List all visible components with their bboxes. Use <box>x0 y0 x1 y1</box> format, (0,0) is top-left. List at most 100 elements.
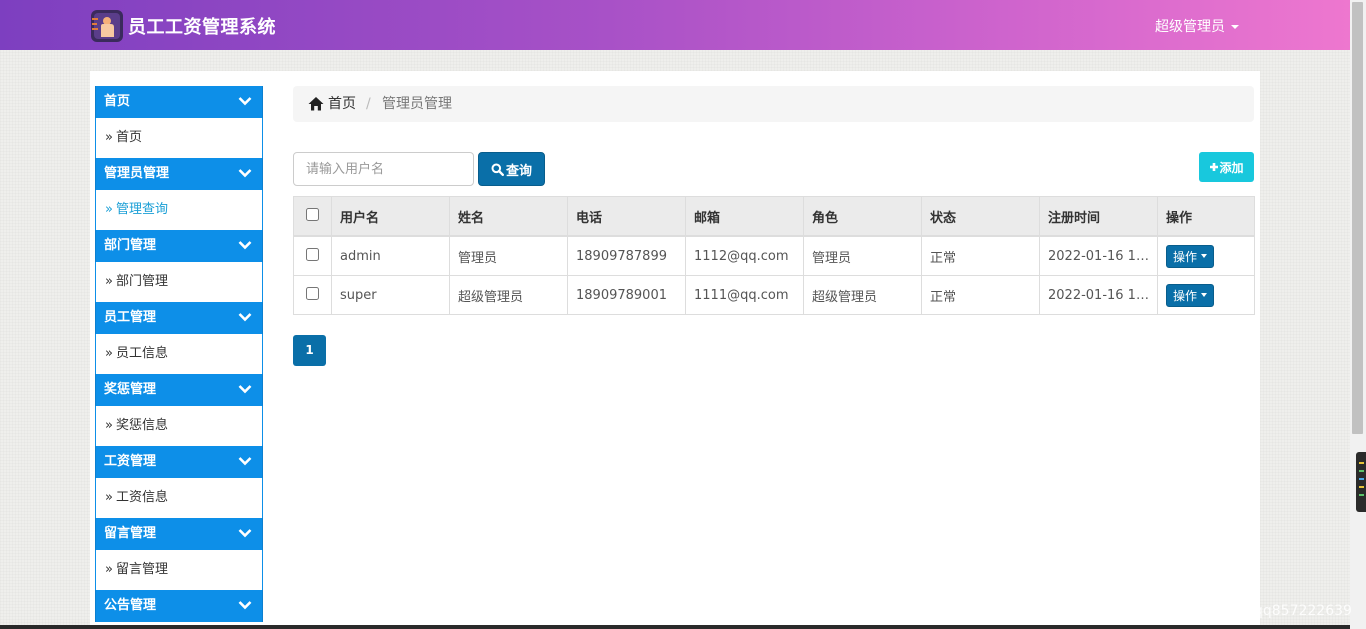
top-navbar: 员工工资管理系统 超级管理员 <box>0 0 1350 50</box>
sidebar-group-reward[interactable]: 奖惩管理 <box>95 374 263 406</box>
sidebar-item-label: 员工信息 <box>115 346 168 361</box>
caret-down-icon <box>1231 25 1239 29</box>
double-chevron-icon: » <box>105 418 113 433</box>
row-select-cell <box>293 275 332 315</box>
sidebar-group-label: 部门管理 <box>104 238 157 253</box>
cell-status: 正常 <box>921 235 1040 276</box>
cell-role: 管理员 <box>803 235 922 276</box>
sidebar-group-label: 奖惩管理 <box>104 382 157 397</box>
column-header-name: 姓名 <box>449 196 568 237</box>
breadcrumb-home-link[interactable]: 首页 <box>328 86 356 122</box>
sidebar-group-notice[interactable]: 公告管理 <box>95 590 263 622</box>
row-checkbox[interactable] <box>306 247 319 261</box>
pagination-page-1[interactable]: 1 <box>293 335 326 366</box>
column-header-action: 操作 <box>1157 196 1255 237</box>
row-checkbox[interactable] <box>306 286 319 300</box>
caret-down-icon <box>1201 293 1208 297</box>
sidebar-group-admin[interactable]: 管理员管理 <box>95 158 263 190</box>
cell-reg-time: 2022-01-16 15:... <box>1039 235 1158 276</box>
query-button[interactable]: 查询 <box>478 152 545 186</box>
row-action-label: 操作 <box>1173 249 1198 264</box>
sidebar-group-employee[interactable]: 员工管理 <box>95 302 263 334</box>
content-panel <box>90 71 1260 629</box>
vertical-scrollbar[interactable] <box>1350 0 1366 629</box>
row-select-cell <box>293 235 332 276</box>
select-all-cell <box>293 196 332 237</box>
cell-username: admin <box>331 235 450 276</box>
cell-phone: 18909789001 <box>567 275 686 315</box>
chevron-down-icon <box>238 457 252 466</box>
column-header-role: 角色 <box>803 196 922 237</box>
plus-icon <box>1210 163 1219 171</box>
add-button[interactable]: 添加 <box>1199 152 1254 182</box>
sidebar-item-department[interactable]: » 部门管理 <box>95 262 263 302</box>
column-header-email: 邮箱 <box>685 196 804 237</box>
sidebar-item-label: 工资信息 <box>115 490 168 505</box>
chevron-down-icon <box>238 601 252 610</box>
chevron-down-icon <box>238 385 252 394</box>
sidebar-item-label: 留言管理 <box>115 562 168 577</box>
chevron-down-icon <box>238 529 252 538</box>
table-row: super 超级管理员 18909789001 1111@qq.com 超级管理… <box>293 275 1255 315</box>
sidebar-item-employee-info[interactable]: » 员工信息 <box>95 334 263 374</box>
column-header-phone: 电话 <box>567 196 686 237</box>
cell-status: 正常 <box>921 275 1040 315</box>
sidebar-group-label: 工资管理 <box>104 454 157 469</box>
sidebar-group-message[interactable]: 留言管理 <box>95 518 263 550</box>
sidebar-item-admin-query[interactable]: » 管理查询 <box>95 190 263 230</box>
home-icon <box>308 97 324 111</box>
cell-name: 管理员 <box>449 235 568 276</box>
taskbar-edge <box>0 625 1350 629</box>
admin-table: 用户名 姓名 电话 邮箱 角色 状态 注册时间 操作 admin 管理员 189… <box>293 196 1255 315</box>
chevron-down-icon <box>238 169 252 178</box>
add-button-label: 添加 <box>1219 160 1244 175</box>
user-menu-dropdown[interactable]: 超级管理员 <box>1155 16 1239 36</box>
scrollbar-thumb[interactable] <box>1352 2 1363 434</box>
sidebar-group-label: 公告管理 <box>104 598 157 613</box>
double-chevron-icon: » <box>105 130 113 145</box>
app-title: 员工工资管理系统 <box>128 17 276 38</box>
cell-action: 操作 <box>1157 275 1255 315</box>
sidebar-group-department[interactable]: 部门管理 <box>95 230 263 262</box>
chevron-down-icon <box>238 313 252 322</box>
cell-email: 1112@qq.com <box>685 235 804 276</box>
sidebar-group-label: 员工管理 <box>104 310 157 325</box>
chevron-down-icon <box>238 241 252 250</box>
double-chevron-icon: » <box>105 274 113 289</box>
double-chevron-icon: » <box>105 490 113 505</box>
row-action-dropdown[interactable]: 操作 <box>1166 283 1215 307</box>
row-action-dropdown[interactable]: 操作 <box>1166 244 1215 268</box>
user-menu-label: 超级管理员 <box>1155 19 1225 35</box>
row-action-label: 操作 <box>1173 288 1198 303</box>
chevron-down-icon <box>238 97 252 106</box>
double-chevron-icon: » <box>105 562 113 577</box>
cell-email: 1111@qq.com <box>685 275 804 315</box>
table-row: admin 管理员 18909787899 1112@qq.com 管理员 正常… <box>293 235 1255 276</box>
sidebar-item-label: 部门管理 <box>115 274 168 289</box>
column-header-reg-time: 注册时间 <box>1039 196 1158 237</box>
cell-name: 超级管理员 <box>449 275 568 315</box>
app-logo-icon <box>91 10 123 42</box>
select-all-checkbox[interactable] <box>306 207 319 221</box>
username-search-input[interactable] <box>293 152 474 186</box>
sidebar-item-label: 首页 <box>115 130 142 145</box>
side-widget-icon[interactable] <box>1356 452 1366 512</box>
sidebar-group-home[interactable]: 首页 <box>95 86 263 118</box>
double-chevron-icon: » <box>105 346 113 361</box>
column-header-username: 用户名 <box>331 196 450 237</box>
breadcrumb-current: 管理员管理 <box>382 96 452 112</box>
sidebar-item-salary-info[interactable]: » 工资信息 <box>95 478 263 518</box>
sidebar-item-label: 奖惩信息 <box>115 418 168 433</box>
double-chevron-icon: » <box>105 202 113 217</box>
sidebar-item-home[interactable]: » 首页 <box>95 118 263 158</box>
cell-username: super <box>331 275 450 315</box>
cell-phone: 18909787899 <box>567 235 686 276</box>
breadcrumb: 首页 / 管理员管理 <box>293 86 1254 122</box>
watermark-text: 李老师qq857222639 <box>1212 603 1352 619</box>
cell-reg-time: 2022-01-16 13:... <box>1039 275 1158 315</box>
sidebar-item-message[interactable]: » 留言管理 <box>95 550 263 590</box>
sidebar-group-salary[interactable]: 工资管理 <box>95 446 263 478</box>
sidebar-item-reward-info[interactable]: » 奖惩信息 <box>95 406 263 446</box>
table-header-row: 用户名 姓名 电话 邮箱 角色 状态 注册时间 操作 <box>293 196 1255 237</box>
cell-action: 操作 <box>1157 235 1255 276</box>
